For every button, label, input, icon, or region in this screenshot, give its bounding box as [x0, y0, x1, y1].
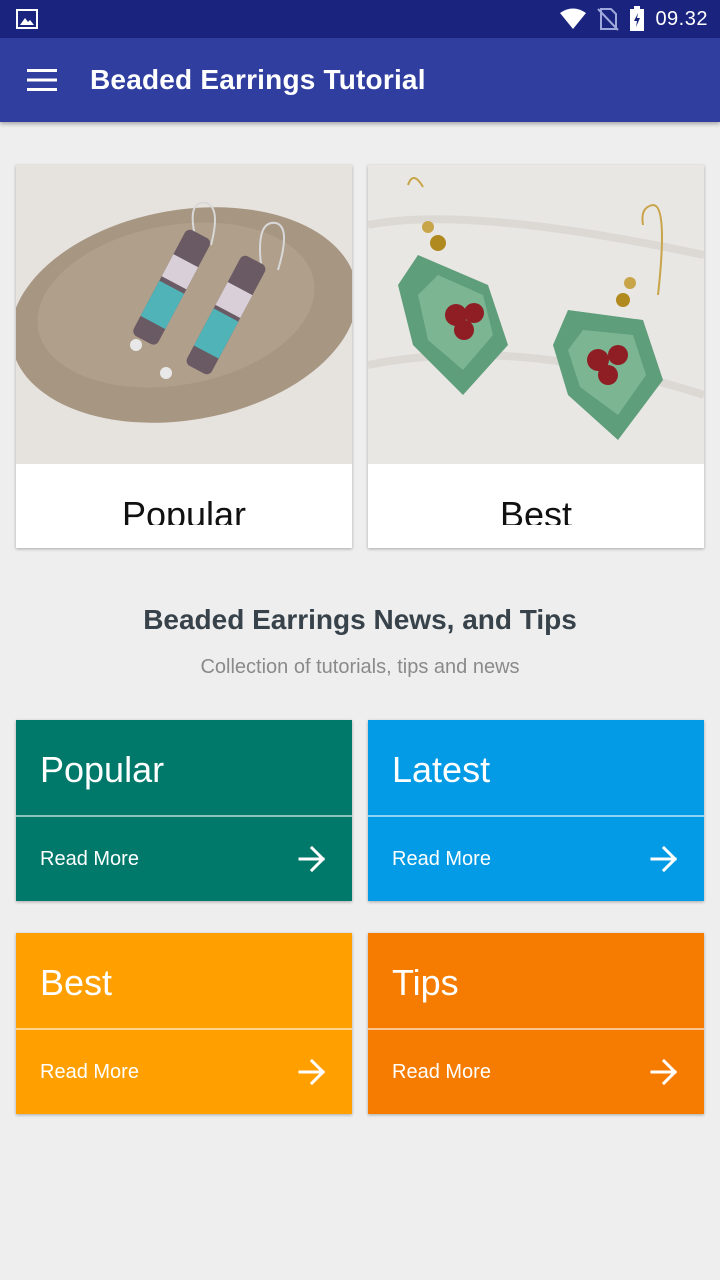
- section-subtitle: Collection of tutorials, tips and news: [200, 656, 520, 678]
- tile-title: Tips: [392, 962, 459, 1003]
- beaded-earrings-photo: [368, 165, 704, 464]
- image-card-best[interactable]: Best: [368, 165, 704, 548]
- tile-latest[interactable]: Latest Read More: [368, 720, 704, 901]
- image-card-label: Best: [499, 494, 573, 525]
- arrow-right-icon[interactable]: [650, 845, 678, 873]
- read-more-link[interactable]: Read More: [392, 817, 491, 901]
- arrow-right-icon[interactable]: [298, 1058, 326, 1086]
- wifi-icon: [560, 8, 587, 29]
- battery-icon: [630, 6, 645, 31]
- read-more-link[interactable]: Read More: [40, 817, 139, 901]
- arrow-right-icon[interactable]: [650, 1058, 678, 1086]
- image-card-label: Popular: [121, 494, 247, 525]
- app-bar: Beaded Earrings Tutorial: [0, 38, 720, 122]
- read-more-link[interactable]: Read More: [392, 1030, 491, 1114]
- arrow-right-icon[interactable]: [298, 845, 326, 873]
- image-card-popular[interactable]: Popular: [16, 165, 352, 548]
- beaded-earrings-photo: [16, 165, 352, 464]
- tile-popular[interactable]: Popular Read More: [16, 720, 352, 901]
- tile-title: Popular: [40, 749, 165, 790]
- tile-best[interactable]: Best Read More: [16, 933, 352, 1114]
- tile-title: Best: [40, 962, 113, 1003]
- hamburger-menu-icon: [27, 69, 57, 91]
- no-sim-icon: [597, 8, 620, 31]
- read-more-link[interactable]: Read More: [40, 1030, 139, 1114]
- tile-tips[interactable]: Tips Read More: [368, 933, 704, 1114]
- menu-button[interactable]: [20, 58, 64, 102]
- image-notification-icon: [16, 9, 38, 29]
- status-bar: 09.32: [0, 0, 720, 38]
- tile-title: Latest: [392, 749, 491, 790]
- section-title: Beaded Earrings News, and Tips: [143, 604, 577, 635]
- app-title: Beaded Earrings Tutorial: [90, 64, 426, 95]
- status-time: 09.32: [655, 7, 708, 30]
